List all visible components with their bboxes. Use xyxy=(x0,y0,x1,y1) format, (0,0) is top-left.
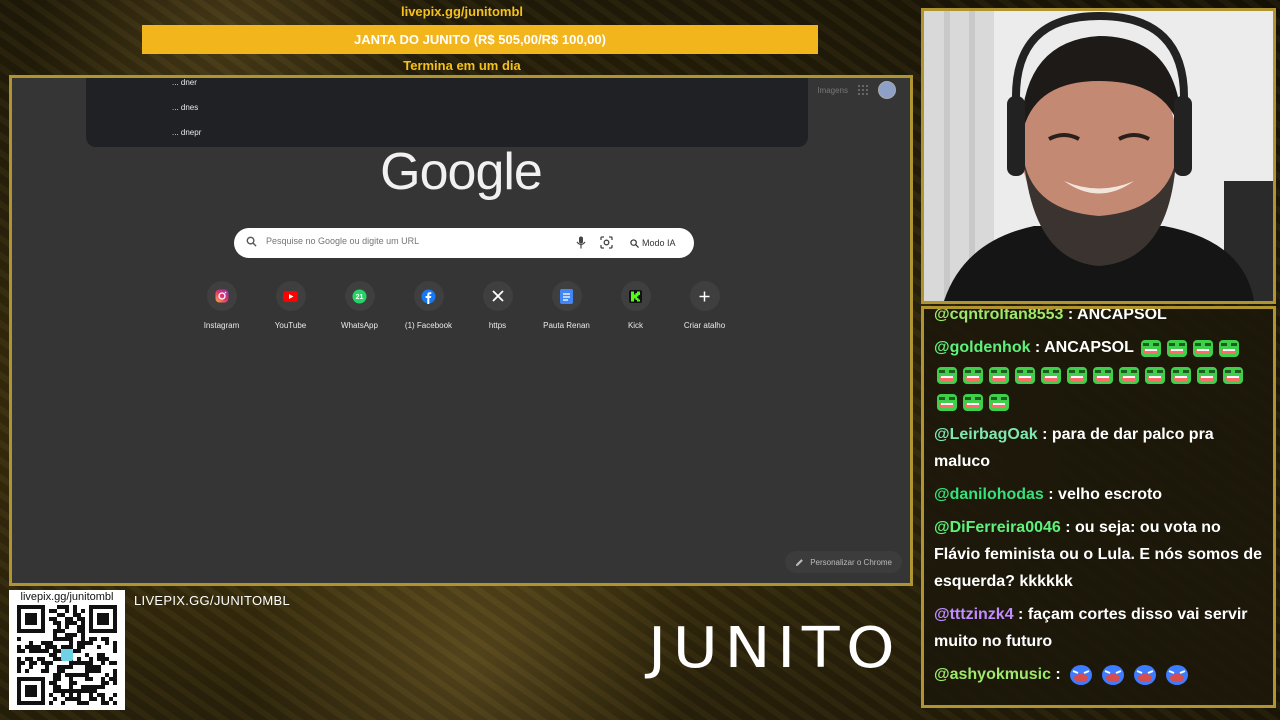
frog-laugh-emote xyxy=(1193,339,1214,357)
frog-laugh-emote xyxy=(1141,339,1162,357)
shortcut-label: Kick xyxy=(627,321,644,330)
customize-label: Personalizar o Chrome xyxy=(810,557,892,567)
chat-text: ANCAPSOL xyxy=(1077,306,1167,323)
svg-text:21: 21 xyxy=(356,294,364,301)
kick-icon xyxy=(629,289,642,303)
chat-username[interactable]: @goldenhok xyxy=(934,339,1030,356)
top-right-controls: Imagens xyxy=(817,81,896,99)
goal-deadline: Termina em um dia xyxy=(403,58,521,73)
shortcut-pauta-renan[interactable]: Pauta Renan xyxy=(532,281,601,330)
chat-text: ANCAPSOL xyxy=(1044,339,1134,356)
frog-laugh-emote xyxy=(937,393,957,411)
shortcut-x[interactable]: https xyxy=(463,281,532,330)
chat-panel: @cqntrolfan8553 : ANCAPSOL @goldenhok : A… xyxy=(921,306,1276,708)
frog-laugh-emote xyxy=(989,366,1009,384)
youtube-icon xyxy=(283,290,298,302)
frog-laugh-emote xyxy=(1197,366,1217,384)
chat-message: @danilohodas : velho escroto xyxy=(934,486,1163,503)
brand-logo: JUNITO xyxy=(648,616,902,681)
shortcut-youtube[interactable]: YouTube xyxy=(256,281,325,330)
ai-mode-label: Modo IA xyxy=(642,238,676,248)
pencil-icon xyxy=(796,558,804,566)
search-icon xyxy=(246,236,257,247)
chat-username[interactable]: @LeirbagOak xyxy=(934,426,1038,443)
frog-laugh-emote xyxy=(1067,366,1087,384)
shortcut-label: Criar atalho xyxy=(683,321,726,330)
shortcut-label: (1) Facebook xyxy=(404,321,453,330)
frog-laugh-emote xyxy=(1015,366,1035,384)
facebook-icon xyxy=(421,289,436,304)
chat-message: @tttzinzk4 : façam cortes disso vai serv… xyxy=(934,606,1248,650)
frog-laugh-emote xyxy=(1223,366,1243,384)
chat-message: @ashyokmusic : xyxy=(934,661,1263,688)
blue-laugh-emote xyxy=(1134,664,1157,685)
chat-text: velho escroto xyxy=(1058,486,1163,503)
shortcut-label: Instagram xyxy=(203,321,240,330)
frog-laugh-emote xyxy=(937,366,957,384)
ai-mode-button[interactable]: Modo IA xyxy=(624,234,682,252)
frog-laugh-emote xyxy=(1167,339,1188,357)
chat-username[interactable]: @tttzinzk4 xyxy=(934,606,1014,623)
suggestion-item[interactable]: ... dner xyxy=(172,78,197,87)
shortcut-label: YouTube xyxy=(274,321,307,330)
omnibox-suggestions: ... dner ... dnes ... dnepr xyxy=(86,78,808,147)
chat-username[interactable]: @ashyokmusic xyxy=(934,666,1051,683)
frog-laugh-emote xyxy=(963,393,983,411)
shortcut-facebook[interactable]: (1) Facebook xyxy=(394,281,463,330)
search-input[interactable] xyxy=(264,235,568,247)
livepix-link-text: LIVEPIX.GG/JUNITOMBL xyxy=(134,593,291,608)
x-icon xyxy=(491,290,504,302)
shortcut-instagram[interactable]: Instagram xyxy=(187,281,256,330)
images-link[interactable]: Imagens xyxy=(817,86,848,95)
shortcut-kick[interactable]: Kick xyxy=(601,281,670,330)
frog-laugh-emote xyxy=(1145,366,1165,384)
whatsapp-icon: 21 xyxy=(352,289,367,303)
chat-message: @cqntrolfan8553 : ANCAPSOL xyxy=(934,306,1167,323)
shortcut-label: Pauta Renan xyxy=(543,321,590,330)
frog-laugh-emote xyxy=(1041,366,1061,384)
customize-chrome-button[interactable]: Personalizar o Chrome xyxy=(785,551,902,573)
streamer-camera-image xyxy=(924,11,1273,301)
blue-laugh-emote xyxy=(1102,664,1125,685)
goal-url: livepix.gg/junitombl xyxy=(400,4,524,19)
profile-avatar[interactable] xyxy=(878,81,896,99)
blue-laugh-emote xyxy=(1166,664,1189,685)
chat-message: @LeirbagOak : para de dar palco pra malu… xyxy=(934,426,1214,470)
qr-code-image xyxy=(17,605,117,705)
frog-laugh-emote xyxy=(989,393,1009,411)
suggestion-item[interactable]: ... dnepr xyxy=(172,128,201,137)
chat-username[interactable]: @cqntrolfan8553 xyxy=(934,309,1063,323)
frog-laugh-emote xyxy=(1219,339,1240,357)
qr-title: livepix.gg/junitombl xyxy=(20,591,114,603)
docs-icon xyxy=(560,288,573,304)
search-box[interactable]: Modo IA xyxy=(234,228,694,258)
suggestion-item[interactable]: ... dnes xyxy=(172,103,198,112)
frog-laugh-emote xyxy=(1171,366,1191,384)
shortcut-label: WhatsApp xyxy=(341,321,378,330)
shortcut-add[interactable]: Criar atalho xyxy=(670,281,739,330)
apps-grid-icon[interactable] xyxy=(858,85,868,95)
plus-icon xyxy=(699,291,710,301)
shortcuts-row: Instagram YouTube 21 WhatsApp (1) Facebo… xyxy=(187,281,739,330)
qr-code-panel: livepix.gg/junitombl xyxy=(9,590,125,710)
chat-username[interactable]: @danilohodas xyxy=(934,486,1044,503)
google-lens-icon[interactable] xyxy=(600,236,613,249)
frog-laugh-emote xyxy=(963,366,983,384)
microphone-icon[interactable] xyxy=(576,236,586,249)
shortcut-label: https xyxy=(488,321,507,330)
webcam-feed xyxy=(921,8,1276,304)
shortcut-whatsapp[interactable]: 21 WhatsApp xyxy=(325,281,394,330)
frog-laugh-emote xyxy=(1093,366,1113,384)
chat-message: @goldenhok : ANCAPSOL xyxy=(934,334,1263,415)
frog-laugh-emote xyxy=(1119,366,1139,384)
goal-progress-bar: JANTA DO JUNITO (R$ 505,00/R$ 100,00) xyxy=(142,25,818,54)
sparkle-search-icon xyxy=(630,238,639,248)
blue-laugh-emote xyxy=(1070,664,1093,685)
instagram-icon xyxy=(215,289,228,303)
google-logo: Google xyxy=(380,143,543,201)
browser-window: ... dner ... dnes ... dnepr Imagens Goog… xyxy=(9,75,913,586)
chat-message: @DiFerreira0046 : ou seja: ou vota no Fl… xyxy=(934,519,1263,590)
chat-username[interactable]: @DiFerreira0046 xyxy=(934,519,1061,536)
chat-messages: @cqntrolfan8553 : ANCAPSOL @goldenhok : A… xyxy=(934,306,1263,694)
